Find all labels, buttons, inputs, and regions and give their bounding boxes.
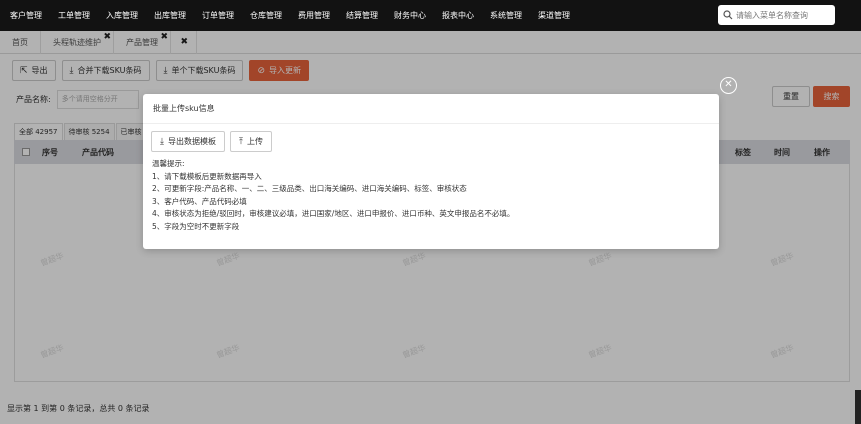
download-icon: ⤓	[160, 136, 164, 147]
nav-item[interactable]: 费用管理	[290, 0, 338, 31]
nav-item[interactable]: 仓库管理	[242, 0, 290, 31]
tips-heading: 温馨提示:	[152, 159, 185, 168]
export-template-label: 导出数据模板	[167, 137, 216, 146]
nav-item[interactable]: 结算管理	[338, 0, 386, 31]
tips-text: 温馨提示: 1、请下载模板后更新数据再导入 2、可更新字段:产品名称、一、二、三…	[152, 158, 514, 233]
search-icon	[723, 10, 733, 20]
nav-item[interactable]: 渠道管理	[530, 0, 578, 31]
scrollbar[interactable]	[855, 390, 861, 424]
menu-search-box[interactable]	[718, 5, 835, 25]
modal-actions: ⤓ 导出数据模板 ⤒ 上传	[151, 131, 272, 152]
upload-icon: ⤒	[238, 136, 243, 147]
nav-item[interactable]: 报表中心	[434, 0, 482, 31]
bulk-upload-modal: 批量上传sku信息 ⤓ 导出数据模板 ⤒ 上传 温馨提示: 1、请下载模板后更新数据…	[143, 94, 719, 249]
upload-label: 上传	[246, 137, 263, 146]
tip-line: 4、审核状态为拒绝/驳回时，审核建议必填，进口国家/地区、进口申报价、进口币种、…	[152, 209, 515, 218]
nav-item[interactable]: 订单管理	[194, 0, 242, 31]
tip-line: 2、可更新字段:产品名称、一、二、三级品类、出口海关编码、进口海关编码、标签、审…	[152, 184, 467, 193]
export-template-button[interactable]: ⤓ 导出数据模板	[151, 131, 225, 152]
upload-button[interactable]: ⤒ 上传	[229, 131, 272, 152]
nav-item[interactable]: 出库管理	[146, 0, 194, 31]
tip-line: 1、请下载模板后更新数据再导入	[152, 171, 262, 181]
tip-line: 5、字段为空时不更新字段	[152, 221, 240, 231]
top-nav: 客户管理 工单管理 入库管理 出库管理 订单管理 仓库管理 费用管理 结算管理 财务中心 报表中心…	[0, 0, 861, 31]
modal-close-icon[interactable]: ✕	[720, 77, 737, 94]
nav-menu: 客户管理 工单管理 入库管理 出库管理 订单管理 仓库管理 费用管理 结算管理 财务中心 报表中心…	[0, 0, 578, 31]
nav-item[interactable]: 财务中心	[386, 0, 434, 31]
nav-item[interactable]: 客户管理	[0, 0, 50, 31]
tip-line: 3、客户代码、产品代码必填	[152, 196, 247, 206]
nav-item[interactable]: 系统管理	[482, 0, 530, 31]
menu-search-input[interactable]	[736, 10, 831, 20]
modal-title: 批量上传sku信息	[143, 94, 719, 124]
nav-item[interactable]: 工单管理	[50, 0, 98, 31]
